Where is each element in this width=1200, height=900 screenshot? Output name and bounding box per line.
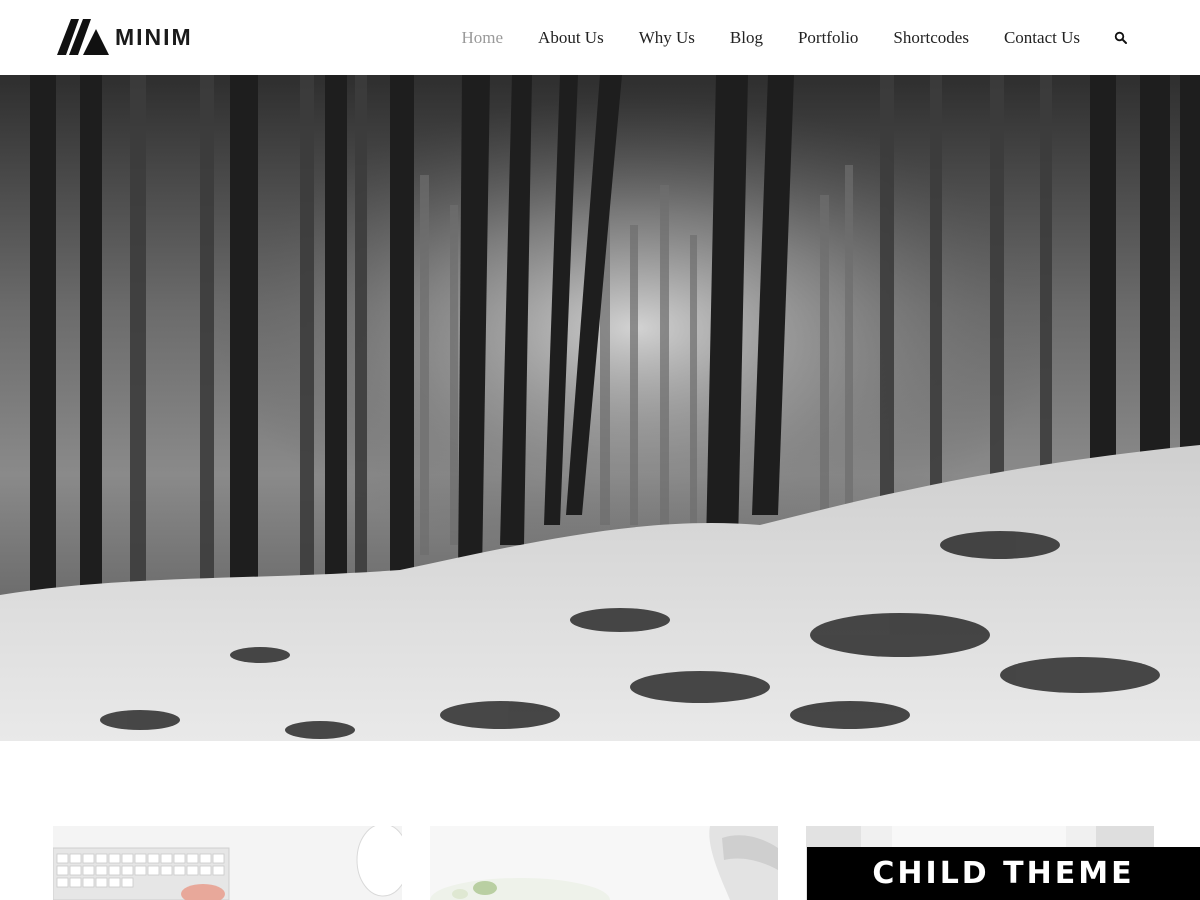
nav-blog[interactable]: Blog bbox=[730, 28, 763, 48]
nav-portfolio[interactable]: Portfolio bbox=[798, 28, 858, 48]
main-navigation: Home About Us Why Us Blog Portfolio Shor… bbox=[427, 0, 1129, 75]
site-logo[interactable]: MINIM bbox=[57, 19, 193, 55]
nav-why-us[interactable]: Why Us bbox=[639, 28, 695, 48]
nav-about-us[interactable]: About Us bbox=[538, 28, 604, 48]
search-icon[interactable] bbox=[1114, 31, 1128, 45]
hero-image bbox=[0, 75, 1200, 741]
nav-shortcodes[interactable]: Shortcodes bbox=[893, 28, 969, 48]
keyboard-illustration bbox=[53, 826, 402, 900]
nav-contact-us[interactable]: Contact Us bbox=[1004, 28, 1080, 48]
nav-home[interactable]: Home bbox=[462, 28, 504, 48]
child-theme-badge: CHILD THEME bbox=[807, 847, 1200, 900]
brand-name: MINIM bbox=[115, 23, 193, 50]
card-desk-image[interactable] bbox=[430, 826, 778, 900]
mountain-logo-icon bbox=[57, 19, 109, 55]
desk-illustration bbox=[430, 826, 778, 900]
card-keyboard-image[interactable] bbox=[53, 826, 402, 900]
forest-scene bbox=[0, 75, 1200, 741]
site-header: MINIM Home About Us Why Us Blog Portfoli… bbox=[0, 0, 1200, 75]
